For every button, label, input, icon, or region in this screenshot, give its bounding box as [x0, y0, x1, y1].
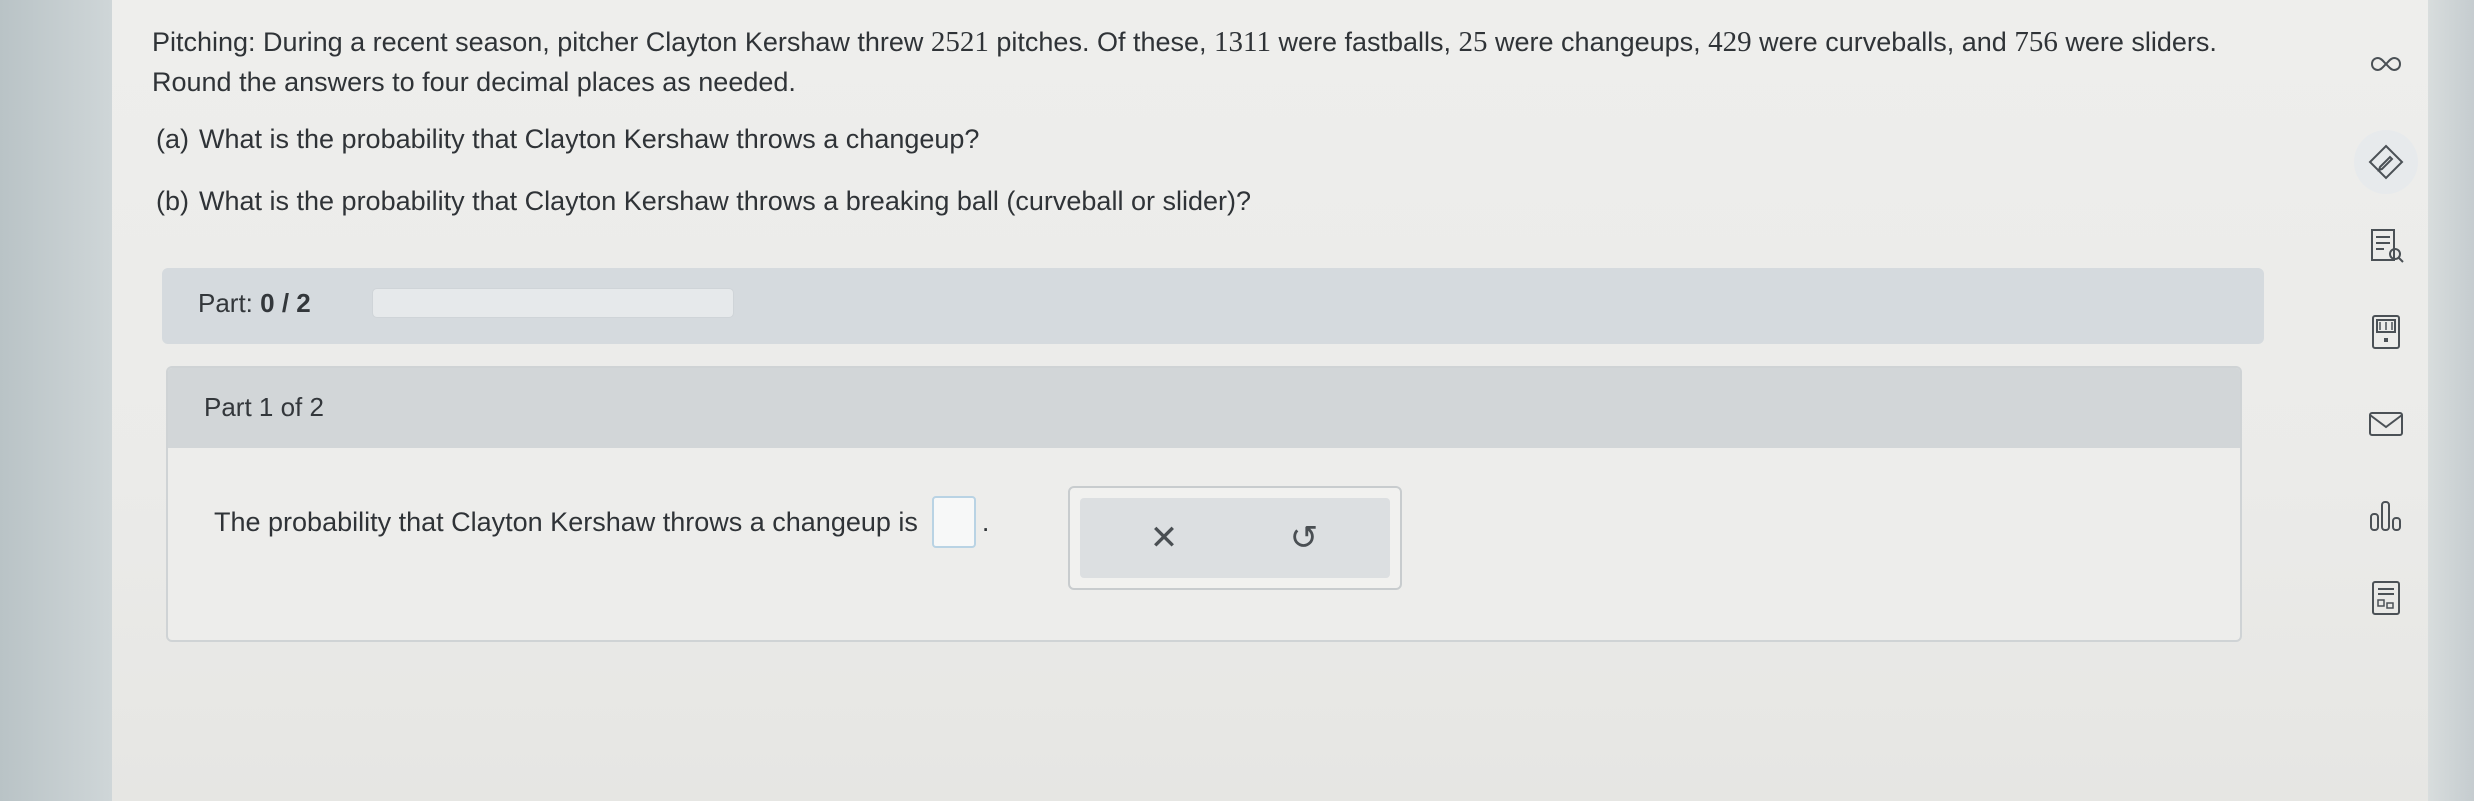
screen-bezel-left [0, 0, 112, 801]
mail-icon[interactable] [2354, 392, 2418, 456]
total-pitches: 2521 [930, 26, 989, 58]
screen-bezel-right [2428, 0, 2474, 801]
part-card-title: Part 1 of 2 [204, 392, 324, 422]
answer-tools-panel: ✕ ↺ [1068, 486, 1402, 590]
close-icon: ✕ [1149, 519, 1179, 557]
part-progress-value: 0 / 2 [260, 288, 311, 318]
question-text: Pitching: During a recent season, pitche… [152, 26, 2217, 97]
infinity-icon[interactable] [2354, 32, 2418, 96]
fastball-count: 1311 [1214, 26, 1271, 58]
notes-search-icon[interactable] [2354, 214, 2418, 278]
list-icon[interactable] [2354, 566, 2418, 630]
slider-count: 756 [2014, 26, 2058, 58]
calculator-icon[interactable] [2354, 300, 2418, 364]
clear-button[interactable]: ✕ [1134, 510, 1194, 566]
undo-icon: ↺ [1289, 519, 1319, 557]
answer-suffix: . [981, 506, 990, 537]
curveball-count: 429 [1708, 26, 1752, 58]
part-progress-label: Part: 0 / 2 [198, 288, 311, 318]
changeup-count: 25 [1458, 26, 1488, 58]
answer-tools-inner: ✕ ↺ [1080, 498, 1390, 578]
question-part-a: (a) What is the probability that Clayton … [156, 124, 980, 154]
progress-track [372, 288, 734, 318]
bar-chart-icon[interactable] [2354, 484, 2418, 548]
answer-input[interactable] [931, 496, 976, 548]
undo-button[interactable]: ↺ [1274, 510, 1334, 566]
answer-line: The probability that Clayton Kershaw thr… [214, 496, 989, 548]
pencil-diamond-icon[interactable] [2354, 130, 2418, 194]
right-toolbar [2340, 0, 2434, 801]
part-progress-bar: Part: 0 / 2 [162, 268, 2264, 344]
part-card-header: Part 1 of 2 [168, 368, 2240, 448]
answer-prefix: The probability that Clayton Kershaw thr… [214, 506, 918, 537]
question-part-b: (b) What is the probability that Clayton … [156, 186, 1251, 216]
